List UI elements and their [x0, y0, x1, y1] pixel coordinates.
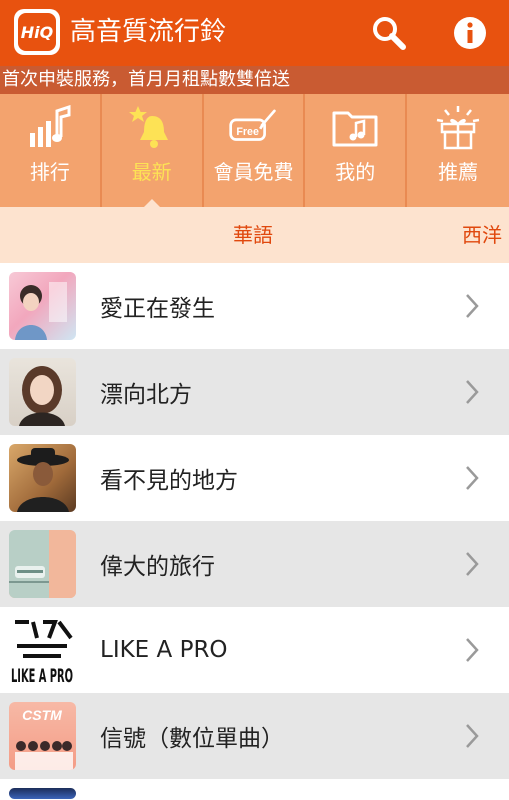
info-button[interactable]	[450, 13, 490, 53]
album-art	[9, 788, 76, 799]
category-nav: 排行 最新 Free 會員免費 我的 推薦	[0, 94, 509, 208]
app-logo: HiQ	[14, 9, 60, 55]
language-tabs: 華語 西洋	[0, 207, 509, 263]
chevron-right-icon	[466, 638, 479, 662]
promo-banner[interactable]: 首次申裝服務，首月月租點數雙倍送	[0, 66, 509, 94]
nav-item-new[interactable]: 最新	[102, 94, 204, 208]
info-icon	[454, 17, 486, 49]
song-row[interactable]: 愛正在發生	[0, 263, 509, 349]
song-title: 漂向北方	[100, 382, 192, 408]
gift-icon	[436, 106, 480, 150]
album-art-text: CSTM	[22, 707, 62, 723]
music-folder-icon	[332, 111, 378, 147]
song-row[interactable]: 看不見的地方	[0, 435, 509, 521]
ranking-icon	[29, 105, 71, 147]
nav-label-new: 最新	[131, 160, 172, 184]
nav-label-member-free: 會員免費	[213, 160, 294, 184]
logo-mark: HiQ	[18, 13, 56, 51]
song-row-partial[interactable]	[0, 779, 509, 799]
chevron-right-icon	[466, 724, 479, 748]
app-bar: HiQ 高音質流行鈴	[0, 0, 509, 66]
nav-item-mine[interactable]: 我的	[305, 94, 408, 207]
nav-item-ranking[interactable]: 排行	[0, 94, 102, 207]
song-row[interactable]: LIKE A PRO LIKE A PRO	[0, 607, 509, 693]
song-title: 偉大的旅行	[100, 554, 215, 580]
nav-item-member-free[interactable]: Free 會員免費	[204, 94, 306, 207]
nav-label-ranking: 排行	[29, 160, 70, 184]
free-ticket-icon: Free	[229, 109, 277, 141]
song-title: LIKE A PRO	[100, 637, 228, 663]
chevron-right-icon	[466, 466, 479, 490]
search-icon	[373, 17, 406, 50]
tab-western[interactable]: 西洋	[462, 207, 502, 263]
search-button[interactable]	[369, 13, 409, 53]
app-title: 高音質流行鈴	[70, 17, 227, 47]
song-row[interactable]: 漂向北方	[0, 349, 509, 435]
album-art	[9, 530, 76, 598]
new-bell-icon	[128, 106, 168, 148]
song-list: 愛正在發生 漂向北方 看不見的地方 偉大的旅行 LIKE A PRO LIKE …	[0, 263, 509, 799]
song-row[interactable]: 偉大的旅行	[0, 521, 509, 607]
free-badge: Free	[237, 126, 260, 138]
song-title: 信號（數位單曲）	[100, 726, 284, 752]
nav-label-mine: 我的	[335, 160, 376, 184]
album-art-text: LIKE A PRO	[11, 665, 73, 684]
album-art: CSTM	[9, 702, 76, 770]
album-art	[9, 444, 76, 512]
song-title: 看不見的地方	[100, 468, 238, 494]
song-title: 愛正在發生	[100, 296, 215, 322]
album-art: LIKE A PRO	[9, 616, 76, 684]
chevron-right-icon	[466, 552, 479, 576]
tab-chinese[interactable]: 華語	[233, 207, 273, 263]
song-row[interactable]: CSTM 信號（數位單曲）	[0, 693, 509, 779]
album-art	[9, 272, 76, 340]
nav-item-recommend[interactable]: 推薦	[407, 94, 509, 207]
nav-label-recommend: 推薦	[438, 160, 479, 184]
album-art	[9, 358, 76, 426]
chevron-right-icon	[466, 294, 479, 318]
chevron-right-icon	[466, 380, 479, 404]
